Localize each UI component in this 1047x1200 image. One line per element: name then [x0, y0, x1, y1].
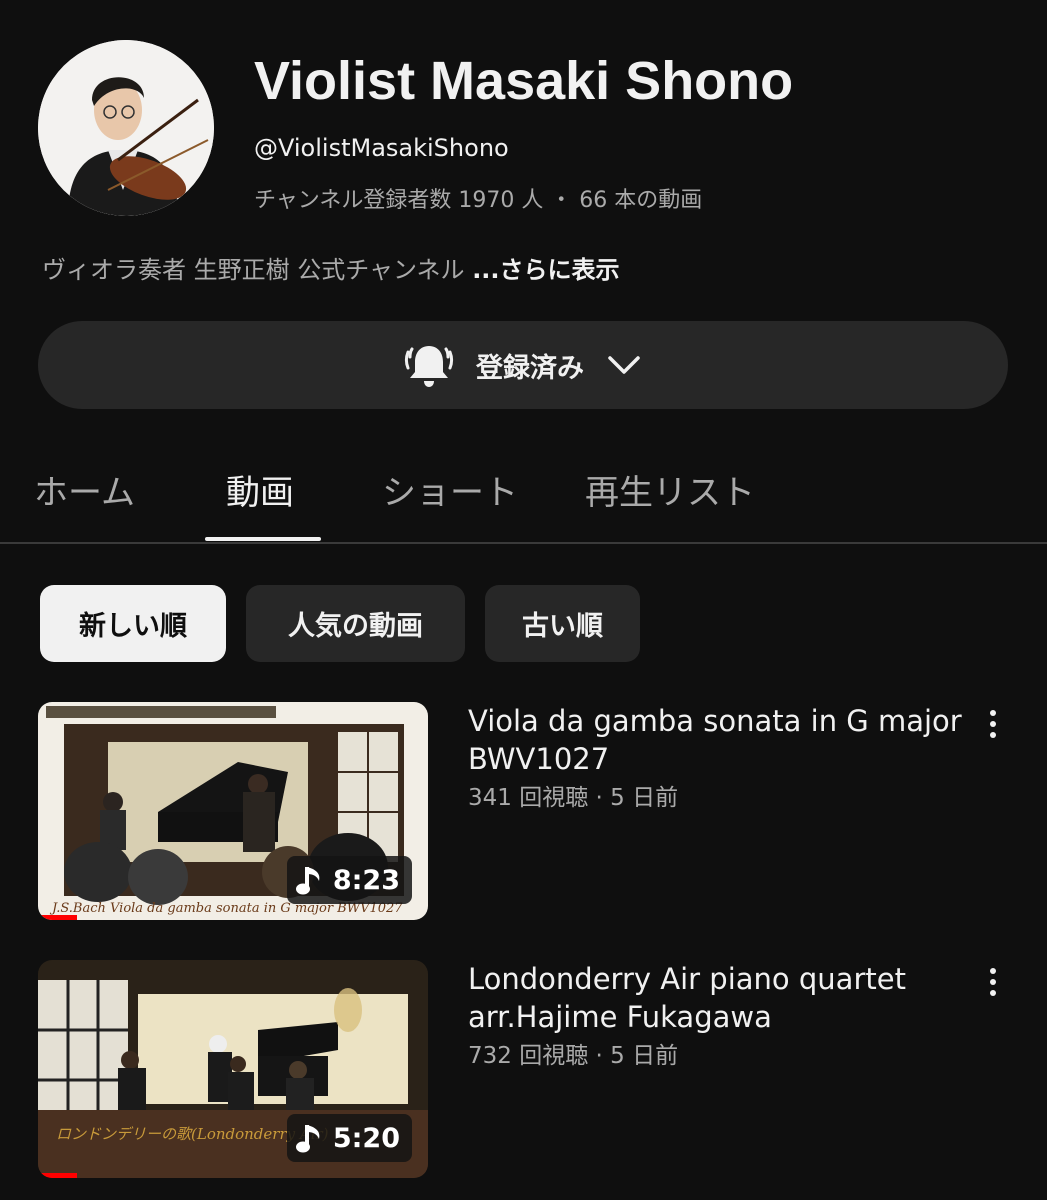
more-options-dot: [990, 721, 996, 727]
video-duration: 5:20: [332, 1122, 400, 1154]
video-thumbnail[interactable]: ロンドンデリーの歌(Londonderry Air) 5:20: [38, 960, 428, 1178]
video-meta: 732 回視聴 · 5 日前: [468, 1043, 679, 1069]
music-note-icon: [295, 1125, 320, 1153]
channel-handle: @ViolistMasakiShono: [254, 134, 509, 162]
tab-videos[interactable]: 動画: [226, 465, 294, 514]
channel-description[interactable]: ヴィオラ奏者 生野正樹 公式チャンネル ...さらに表示: [42, 250, 620, 285]
more-options-button[interactable]: [978, 964, 1008, 1000]
video-duration-badge: 8:23: [286, 856, 412, 904]
channel-avatar[interactable]: [38, 40, 214, 216]
channel-stats: チャンネル登録者数 1970 人 ・ 66 本の動画: [254, 188, 703, 213]
chip-newest[interactable]: 新しい順: [40, 585, 226, 662]
show-more-link[interactable]: ...さらに表示: [472, 256, 619, 284]
subscribed-label: 登録済み: [476, 352, 584, 384]
video-duration-badge: 5:20: [286, 1114, 412, 1162]
more-options-dot: [990, 990, 996, 996]
video-meta: 341 回視聴 · 5 日前: [468, 785, 679, 811]
tab-home[interactable]: ホーム: [34, 465, 135, 514]
tab-playlists[interactable]: 再生リスト: [585, 465, 755, 514]
bell-icon: [405, 346, 453, 387]
watched-progress-bar: [38, 1173, 77, 1178]
channel-tabs: ホーム 動画 ショート 再生リスト: [0, 455, 1047, 545]
active-tab-indicator: [205, 537, 321, 541]
more-options-dot: [990, 732, 996, 738]
avatar-image: [38, 40, 214, 216]
channel-name: Violist Masaki Shono: [254, 51, 794, 111]
chevron-down-icon: [608, 356, 640, 374]
more-options-button[interactable]: [978, 706, 1008, 742]
video-title[interactable]: Viola da gamba sonata in G major BWV1027: [468, 702, 968, 778]
tab-shorts[interactable]: ショート: [382, 465, 518, 514]
video-title[interactable]: Londonderry Air piano quartet arr.Hajime…: [468, 960, 968, 1036]
description-text: ヴィオラ奏者 生野正樹 公式チャンネル: [42, 256, 465, 284]
more-options-icon: [990, 710, 996, 716]
video-thumbnail[interactable]: J.S.Bach Viola da gamba sonata in G majo…: [38, 702, 428, 920]
video-item[interactable]: J.S.Bach Viola da gamba sonata in G majo…: [38, 702, 1008, 922]
more-options-dot: [990, 979, 996, 985]
more-options-icon: [990, 968, 996, 974]
subscribed-button[interactable]: 登録済み: [38, 321, 1008, 409]
music-note-icon: [295, 867, 320, 895]
chip-oldest[interactable]: 古い順: [485, 585, 640, 662]
watched-progress-bar: [38, 915, 77, 920]
video-item[interactable]: ロンドンデリーの歌(Londonderry Air) 5:20 Londonde…: [38, 960, 1008, 1180]
chip-popular[interactable]: 人気の動画: [246, 585, 465, 662]
video-duration: 8:23: [332, 864, 400, 896]
tabs-divider: [0, 542, 1047, 544]
